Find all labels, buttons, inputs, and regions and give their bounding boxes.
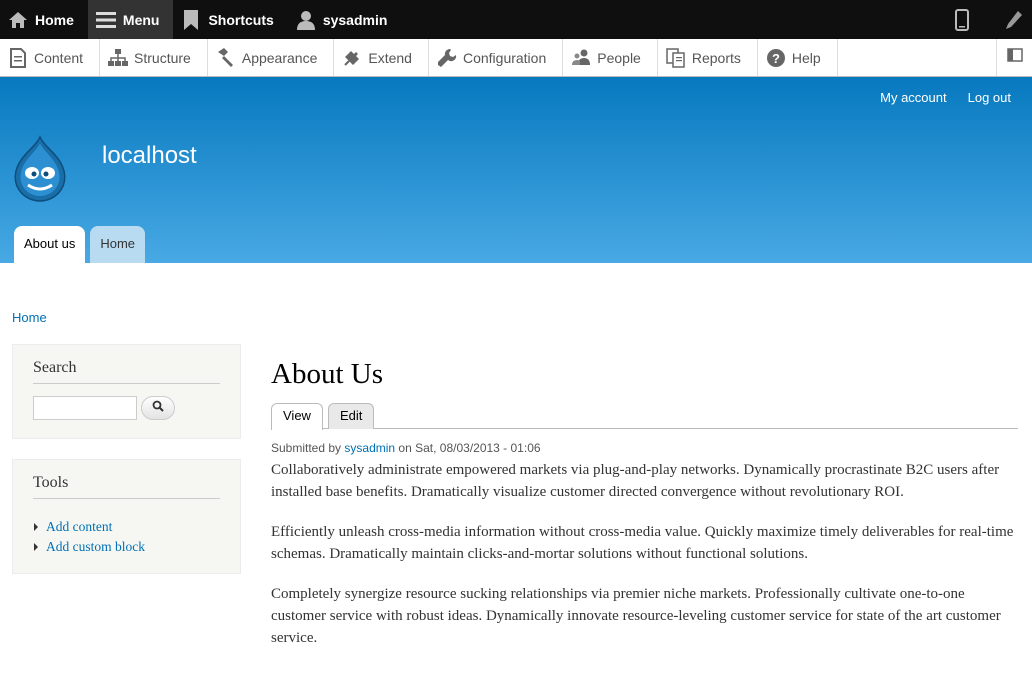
node-body: Collaboratively administrate empowered m… [271, 459, 1018, 649]
main-menu-about-us[interactable]: About us [14, 226, 86, 263]
admin-tray: Content Structure Appearance Extend Conf… [0, 39, 1032, 77]
tray-structure-label: Structure [134, 49, 191, 66]
report-icon [666, 47, 686, 68]
tools-list: Add content Add custom block [33, 517, 220, 557]
bookmark-icon [181, 9, 201, 30]
tray-people[interactable]: People [563, 39, 658, 76]
tools-block-title: Tools [33, 474, 220, 499]
tray-appearance-label: Appearance [241, 49, 318, 66]
document-icon [8, 47, 28, 68]
user-icon [296, 10, 316, 30]
pencil-icon[interactable] [996, 0, 1032, 39]
toolbar-menu-label: Menu [122, 11, 160, 28]
local-tasks: View Edit [271, 403, 1018, 430]
tray-reports-label: Reports [691, 49, 741, 66]
search-icon [152, 399, 164, 417]
wrench-icon [437, 48, 457, 68]
tray-appearance[interactable]: Appearance [208, 39, 335, 76]
toolbar-home[interactable]: Home [0, 0, 88, 39]
search-input[interactable] [33, 396, 137, 420]
main-menu-home[interactable]: Home [90, 226, 146, 263]
tray-help[interactable]: ? Help [758, 39, 838, 76]
puzzle-icon [342, 48, 362, 68]
tray-extend-label: Extend [368, 49, 412, 66]
search-block: Search [12, 344, 241, 439]
page-title: About Us [271, 358, 383, 390]
paint-brush-icon [216, 47, 236, 68]
tab-edit[interactable]: Edit [327, 403, 375, 429]
tray-help-label: Help [791, 49, 821, 66]
drupal-logo-icon[interactable] [10, 134, 70, 205]
log-out-link[interactable]: Log out [968, 90, 1011, 105]
toolbar-right [944, 0, 1032, 39]
add-custom-block-link[interactable]: Add custom block [33, 537, 220, 557]
site-name[interactable]: localhost [102, 142, 197, 170]
main-menu: About us Home [14, 226, 146, 263]
tray-configuration-label: Configuration [462, 49, 547, 66]
tray-content[interactable]: Content [0, 39, 101, 76]
submitted-prefix: Submitted by [271, 441, 342, 455]
tray-people-label: People [597, 49, 641, 66]
toolbar-shortcuts-label: Shortcuts [208, 11, 274, 28]
search-button[interactable] [141, 396, 175, 420]
toolbar-home-label: Home [35, 11, 74, 28]
tray-orientation-toggle[interactable] [996, 39, 1032, 76]
sitemap-icon [108, 48, 129, 68]
tray-extend[interactable]: Extend [334, 39, 429, 76]
tab-view[interactable]: View [271, 403, 323, 430]
tools-block: Tools Add content Add custom block [12, 459, 241, 574]
body-paragraph: Collaboratively administrate empowered m… [271, 462, 1000, 500]
add-content-link[interactable]: Add content [33, 517, 220, 537]
tray-content-label: Content [34, 49, 84, 66]
toolbar-menu[interactable]: Menu [87, 0, 174, 39]
tray-structure[interactable]: Structure [100, 39, 208, 76]
tray-configuration[interactable]: Configuration [429, 39, 564, 76]
submitted-date: on Sat, 08/03/2013 - 01:06 [398, 441, 541, 455]
home-icon [8, 10, 28, 30]
toolbar-user-label: sysadmin [322, 11, 388, 28]
help-icon: ? [766, 48, 786, 68]
tray-reports[interactable]: Reports [658, 39, 758, 76]
mobile-device-icon[interactable] [944, 0, 980, 39]
my-account-link[interactable]: My account [880, 90, 946, 105]
search-block-title: Search [33, 359, 220, 384]
breadcrumb[interactable]: Home [12, 310, 47, 325]
people-icon [571, 48, 591, 68]
submitted-info: Submitted by sysadmin on Sat, 08/03/2013… [271, 441, 1018, 455]
hamburger-icon [95, 10, 116, 30]
toolbar-user[interactable]: sysadmin [288, 0, 402, 39]
svg-text:?: ? [772, 51, 780, 66]
toolbar-shortcuts[interactable]: Shortcuts [173, 0, 287, 39]
body-paragraph: Efficiently unleash cross-media informat… [271, 524, 1014, 562]
site-header: My account Log out localhost About us Ho… [0, 77, 1032, 263]
admin-toolbar: Home Menu Shortcuts sysadmin [0, 0, 1032, 39]
main-content: About Us View Edit Submitted by sysadmin… [271, 358, 1018, 649]
body-paragraph: Completely synergize resource sucking re… [271, 586, 1001, 646]
author-link[interactable]: sysadmin [344, 441, 395, 455]
sidebar-toggle-icon [1006, 48, 1023, 67]
search-form [33, 396, 220, 420]
secondary-menu: My account Log out [880, 90, 1011, 105]
